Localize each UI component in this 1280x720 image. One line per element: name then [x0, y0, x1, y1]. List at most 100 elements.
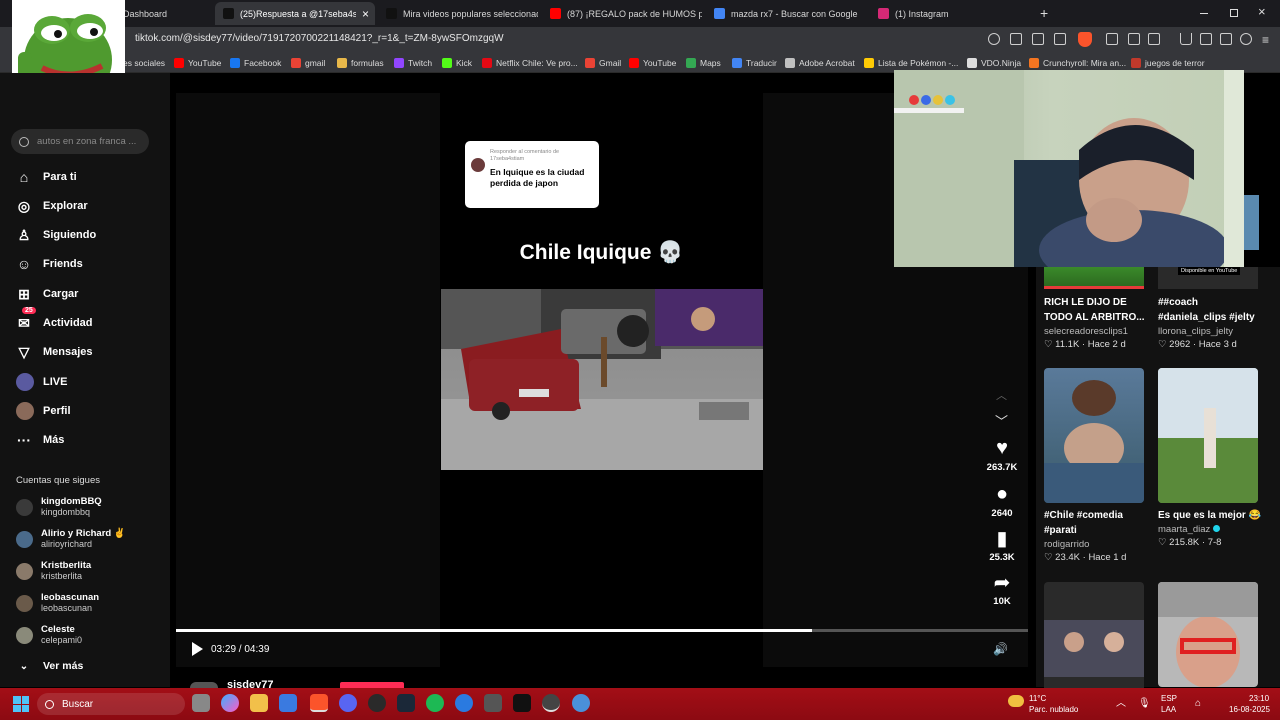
- heart-icon[interactable]: ♥: [990, 437, 1014, 459]
- nav-down-icon[interactable]: ﹀: [995, 411, 1008, 430]
- bookmark-item[interactable]: Twitch: [394, 56, 432, 70]
- network-icon[interactable]: ⌂: [1195, 699, 1201, 709]
- download-icon[interactable]: [1180, 33, 1192, 45]
- sidebar-toggle-icon[interactable]: [1148, 33, 1160, 45]
- taskbar-search[interactable]: Buscar: [37, 693, 185, 715]
- following-account[interactable]: Alirio y Richard ✌ alirioyrichard: [16, 525, 126, 553]
- minimize-icon[interactable]: [1200, 13, 1208, 14]
- feed-card[interactable]: #Chile #comedia #parati rodigarrido ♡ 23.4…: [1044, 508, 1159, 564]
- nav-item-perfil[interactable]: ● Perfil: [16, 401, 71, 421]
- bookmark-item[interactable]: gmail: [291, 56, 325, 70]
- media-icon[interactable]: [1200, 33, 1212, 45]
- bookmark-item[interactable]: Maps: [686, 56, 721, 70]
- nav-item-siguiendo[interactable]: ♙ Siguiendo: [16, 225, 96, 245]
- feed-card[interactable]: ##coach #daniela_clips #jelty llorona_cli…: [1158, 295, 1273, 351]
- brave-shield-icon[interactable]: [1078, 32, 1092, 47]
- microphone-icon[interactable]: 🎙: [1138, 699, 1151, 709]
- clock-date[interactable]: 16-08-2025: [1229, 705, 1270, 715]
- file-explorer-icon[interactable]: [250, 694, 268, 712]
- close-window-icon[interactable]: ×: [1258, 4, 1266, 19]
- feed-thumb-top-right[interactable]: Disponible en YouTube: [1158, 267, 1258, 289]
- url-field[interactable]: tiktok.com/@sisdey77/video/7191720700221…: [135, 33, 504, 44]
- nav-item-actividad[interactable]: ✉ 25 Actividad: [16, 307, 93, 333]
- bookmark-item[interactable]: YouTube: [629, 56, 676, 70]
- bookmark-action[interactable]: ▮ 25.3K: [985, 527, 1019, 564]
- steam-icon[interactable]: [397, 694, 415, 712]
- bookmark-item[interactable]: Adobe Acrobat: [785, 56, 855, 70]
- following-account[interactable]: Kristberlita kristberlita: [16, 557, 91, 585]
- comment-action[interactable]: ● 2640: [985, 483, 1019, 520]
- volume-icon[interactable]: 🔊: [993, 642, 1008, 656]
- nav-item-explorar[interactable]: ◎ Explorar: [16, 196, 88, 216]
- feed-thumb-6[interactable]: [1158, 582, 1258, 687]
- discord-icon[interactable]: [339, 694, 357, 712]
- app-gray-icon[interactable]: [484, 694, 502, 712]
- comment-icon[interactable]: ●: [990, 483, 1014, 505]
- spotify-icon[interactable]: [426, 694, 444, 712]
- feed-thumb-4[interactable]: [1158, 368, 1258, 503]
- capcut-icon[interactable]: [513, 694, 531, 712]
- browser-tab[interactable]: Mira videos populares seleccionado: [378, 2, 538, 25]
- store-icon[interactable]: [279, 694, 297, 712]
- obs-icon[interactable]: [368, 694, 386, 712]
- chatgpt-icon[interactable]: [542, 694, 560, 712]
- bookmark-item[interactable]: VDO.Ninja: [967, 56, 1021, 70]
- maximize-icon[interactable]: [1230, 9, 1238, 17]
- bookmark-item[interactable]: juegos de terror: [1131, 56, 1205, 70]
- search-input[interactable]: autos en zona franca ...: [11, 129, 149, 154]
- puzzle-icon[interactable]: [1128, 33, 1140, 45]
- app-blue-icon[interactable]: [455, 694, 473, 712]
- browser-tab[interactable]: (87) ¡REGALO pack de HUMOS para: [542, 2, 702, 25]
- browser-tab[interactable]: Dashboard: [123, 2, 213, 25]
- new-tab-button[interactable]: +: [1040, 5, 1048, 21]
- browser-tab[interactable]: (25)Respuesta a @17seba4stiam ×: [215, 2, 375, 25]
- following-account[interactable]: Celeste celepami0: [16, 621, 82, 649]
- bookmark-item[interactable]: YouTube: [174, 56, 221, 70]
- bookmark-item[interactable]: Facebook: [230, 56, 281, 70]
- extension-a-icon[interactable]: [1106, 33, 1118, 45]
- task-view-icon[interactable]: [192, 694, 210, 712]
- language-layout[interactable]: LAA: [1161, 705, 1176, 715]
- settings-icon[interactable]: [572, 694, 590, 712]
- share-action[interactable]: ➦ 10K: [985, 571, 1019, 608]
- language-code[interactable]: ESP: [1161, 694, 1177, 704]
- following-account[interactable]: leobascunan leobascunan: [16, 589, 99, 617]
- cast-icon[interactable]: [1010, 33, 1022, 45]
- feed-thumb-3[interactable]: [1044, 368, 1144, 503]
- feed-card[interactable]: Es que es la mejor 😂 maarta_diaz ♡ 215.8K …: [1158, 508, 1273, 549]
- reading-list-icon[interactable]: [1220, 33, 1232, 45]
- browser-tab[interactable]: mazda rx7 - Buscar con Google: [706, 2, 866, 25]
- bookmark-item[interactable]: formulas: [337, 56, 384, 70]
- bookmark-item[interactable]: Gmail: [585, 56, 621, 70]
- menu-icon[interactable]: ≡: [1262, 33, 1269, 47]
- share-icon[interactable]: ➦: [990, 571, 1014, 594]
- bookmark-item[interactable]: Traducir: [732, 56, 777, 70]
- play-icon[interactable]: [192, 642, 203, 656]
- clock-time[interactable]: 23:10: [1249, 694, 1269, 704]
- windows-start-icon[interactable]: [13, 696, 29, 712]
- profile-icon[interactable]: [1240, 33, 1252, 45]
- nav-up-icon[interactable]: ︿: [996, 387, 1007, 403]
- see-more-link[interactable]: ⌄ Ver más: [16, 656, 84, 676]
- translate-icon[interactable]: [1032, 33, 1044, 45]
- browser-tab[interactable]: (1) Instagram: [870, 2, 1030, 25]
- nav-item-mensajes[interactable]: ▽ Mensajes: [16, 342, 93, 362]
- feed-card[interactable]: RICH LE DIJO DE TODO AL ARBITRO... selecr…: [1044, 295, 1159, 351]
- heart-action[interactable]: ♥ 263.7K: [985, 437, 1019, 474]
- nav-item-friends[interactable]: ☺ Friends: [16, 254, 83, 274]
- bookmark-item[interactable]: Lista de Pokémon -...: [864, 56, 958, 70]
- close-tab-icon[interactable]: ×: [362, 7, 369, 21]
- extension-icon[interactable]: [988, 33, 1000, 45]
- bookmark-item[interactable]: es sociales: [123, 56, 165, 70]
- bookmark-icon[interactable]: ▮: [990, 527, 1014, 550]
- nav-item-cargar[interactable]: ⊞ Cargar: [16, 284, 78, 304]
- bookmark-item[interactable]: Crunchyroll: Mira an...: [1029, 56, 1126, 70]
- bookmark-item[interactable]: Netflix Chile: Ve pro...: [482, 56, 578, 70]
- brave-browser-icon[interactable]: [310, 694, 328, 712]
- nav-item-para-ti[interactable]: ⌂ Para ti: [16, 167, 77, 187]
- following-account[interactable]: kingdomBBQ kingdombbq: [16, 493, 102, 521]
- feed-thumb-edge[interactable]: [1244, 195, 1259, 250]
- chevron-up-icon[interactable]: ︿: [1116, 699, 1126, 709]
- share-page-icon[interactable]: [1054, 33, 1066, 45]
- copilot-icon[interactable]: [221, 694, 239, 712]
